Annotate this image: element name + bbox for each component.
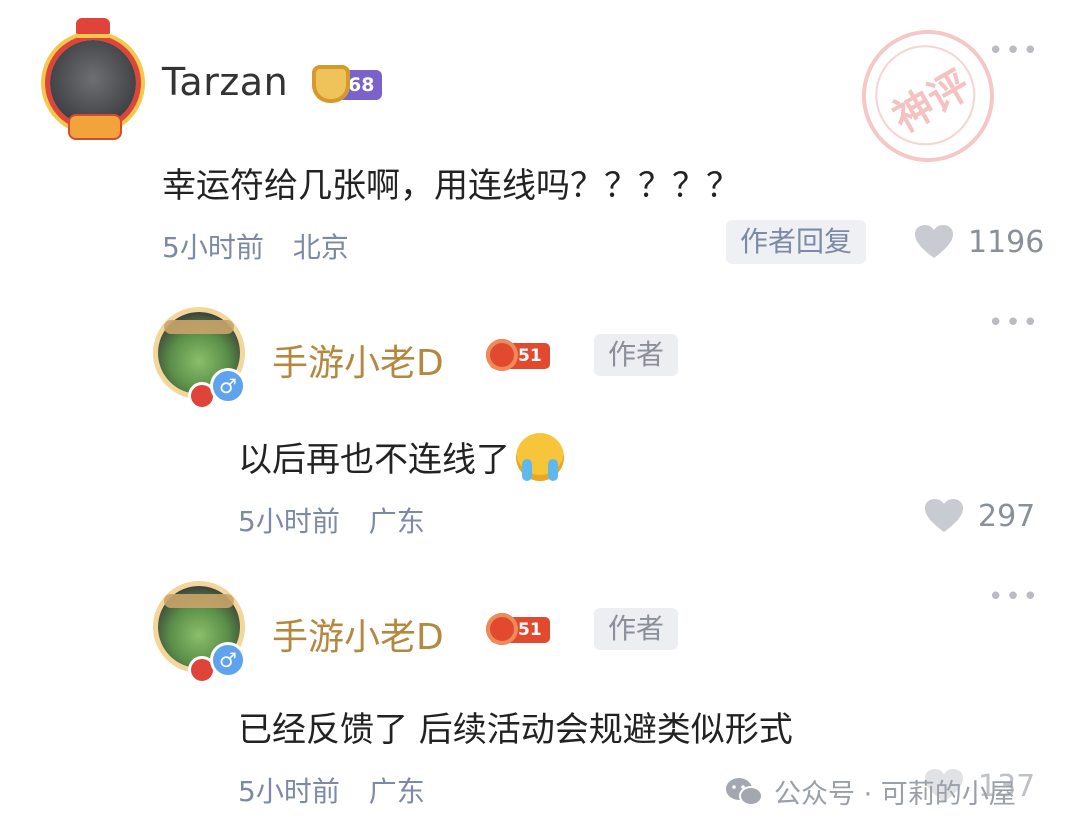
- level-number: 51: [518, 620, 542, 640]
- star-shield-icon: [486, 339, 518, 371]
- reply-text: 已经反馈了 后续活动会规避类似形式: [238, 710, 793, 750]
- more-options-icon[interactable]: •••: [988, 308, 1040, 338]
- username[interactable]: 手游小老D: [272, 608, 444, 660]
- heart-icon: [915, 225, 953, 258]
- top-comment-stamp: 神评: [837, 5, 1019, 187]
- like-button[interactable]: 1196: [914, 224, 1044, 260]
- reply-time: 5小时前: [238, 505, 340, 538]
- comment-text: 幸运符给几张啊，用连线吗？？？？？: [162, 166, 740, 206]
- like-count: 297: [978, 498, 1036, 534]
- author-tag: 作者: [594, 608, 679, 650]
- male-gender-icon: ♂: [210, 642, 246, 678]
- heart-icon: [925, 499, 963, 532]
- watermark-text: 公众号 · 可莉的小屋: [774, 779, 1016, 810]
- avatar-frame-decoration: [68, 114, 122, 140]
- reply-text-row: 以后再也不连线了: [238, 432, 564, 481]
- avatar-headband: [164, 320, 234, 334]
- more-options-icon[interactable]: •••: [988, 36, 1040, 66]
- watermark: 公众号 · 可莉的小屋: [724, 772, 1016, 811]
- comment-time: 5小时前: [162, 231, 264, 264]
- reply-time: 5小时前: [238, 775, 340, 808]
- avatar-headband: [164, 594, 234, 608]
- crying-face-icon: [516, 432, 564, 481]
- like-button[interactable]: 297: [924, 498, 1035, 534]
- male-gender-icon: ♂: [210, 368, 246, 404]
- level-number: 51: [518, 346, 542, 366]
- avatar[interactable]: [50, 18, 136, 140]
- comment-meta: 5小时前 北京: [162, 226, 349, 266]
- star-shield-icon: [486, 613, 518, 645]
- like-count: 1196: [968, 224, 1045, 260]
- more-options-icon[interactable]: •••: [988, 582, 1040, 612]
- level-badge: 51: [486, 613, 550, 645]
- avatar-frame-crown: [76, 18, 110, 38]
- level-badge: 51: [486, 339, 550, 371]
- username[interactable]: Tarzan: [162, 60, 288, 104]
- level-number: 68: [348, 74, 375, 96]
- reply-location: 广东: [368, 505, 425, 538]
- crown-shield-icon: [312, 65, 350, 103]
- reply-location: 广东: [368, 775, 425, 808]
- author-reply-button[interactable]: 作者回复: [726, 220, 867, 264]
- author-tag: 作者: [594, 334, 679, 376]
- reply-meta: 5小时前 广东: [238, 500, 425, 540]
- level-badge: 68: [312, 65, 383, 103]
- comment-location: 北京: [292, 231, 349, 264]
- reply-text: 以后再也不连线了: [238, 440, 510, 480]
- reply-meta: 5小时前 广东: [238, 770, 425, 810]
- wechat-icon: [726, 777, 763, 806]
- username[interactable]: 手游小老D: [272, 334, 444, 386]
